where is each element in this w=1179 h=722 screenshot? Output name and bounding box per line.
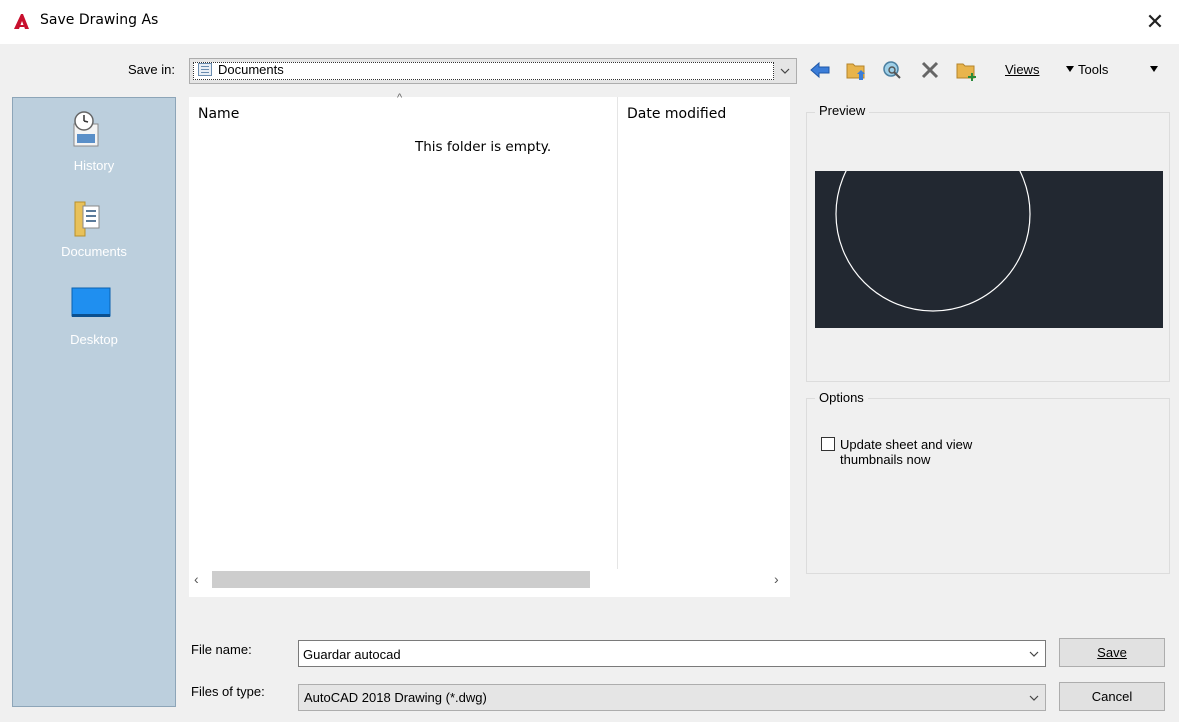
save-in-label: Save in: xyxy=(128,62,175,77)
column-header-date-modified[interactable]: Date modified xyxy=(627,106,726,122)
file-name-combo[interactable] xyxy=(298,640,1046,667)
views-menu[interactable]: Views xyxy=(1005,62,1039,77)
save-in-dropdown[interactable]: Documents xyxy=(189,58,797,84)
autocad-logo-icon xyxy=(14,14,29,29)
preview-image xyxy=(815,171,1163,328)
views-caret-icon[interactable] xyxy=(1066,66,1074,72)
column-divider xyxy=(617,97,618,569)
sort-indicator-icon: ^ xyxy=(397,92,403,104)
tools-menu[interactable]: Tools xyxy=(1078,62,1108,77)
views-label: Views xyxy=(1005,62,1040,77)
places-item-history[interactable]: History xyxy=(13,110,175,190)
history-icon xyxy=(73,111,99,147)
chevron-down-icon xyxy=(1029,695,1039,701)
places-label-documents: Documents xyxy=(61,244,127,259)
cancel-button[interactable]: Cancel xyxy=(1059,682,1165,711)
places-label-desktop: Desktop xyxy=(70,332,118,347)
places-sidebar: History Documents Desktop xyxy=(12,97,176,707)
update-thumbnails-label-line1: Update sheet and view xyxy=(840,437,973,452)
file-name-label: File name: xyxy=(191,642,252,657)
places-item-documents[interactable]: Documents xyxy=(13,196,175,276)
save-in-value: Documents xyxy=(218,62,284,77)
save-button[interactable]: Save xyxy=(1059,638,1165,667)
update-thumbnails-label[interactable]: Update sheet and view thumbnails now xyxy=(840,437,972,467)
scroll-left-icon[interactable]: ‹ xyxy=(194,571,199,587)
tools-label: Tools xyxy=(1078,62,1109,77)
update-thumbnails-label-line2: thumbnails now xyxy=(840,452,931,467)
preview-title: Preview xyxy=(815,103,870,118)
documents-folder-icon xyxy=(74,201,100,237)
chevron-down-icon[interactable] xyxy=(1027,647,1041,661)
new-folder-icon[interactable] xyxy=(954,58,978,82)
save-button-label: Save xyxy=(1097,645,1127,660)
empty-folder-message: This folder is empty. xyxy=(415,139,552,155)
scrollbar-thumb[interactable] xyxy=(212,571,590,588)
preview-drawing xyxy=(835,171,1031,312)
file-name-input[interactable] xyxy=(303,645,1003,663)
options-title: Options xyxy=(815,390,868,405)
chevron-down-icon xyxy=(780,68,790,74)
file-list[interactable] xyxy=(189,97,790,597)
delete-icon[interactable] xyxy=(918,58,942,82)
file-type-value: AutoCAD 2018 Drawing (*.dwg) xyxy=(304,690,487,705)
tools-caret-icon[interactable] xyxy=(1150,66,1158,72)
close-button[interactable]: ✕ xyxy=(1135,6,1175,38)
up-folder-icon[interactable] xyxy=(844,58,868,82)
places-item-desktop[interactable]: Desktop xyxy=(13,284,175,364)
documents-folder-icon xyxy=(198,63,212,76)
title-bar xyxy=(0,0,1179,44)
back-arrow-icon[interactable] xyxy=(808,58,832,82)
places-label-history: History xyxy=(73,158,115,173)
options-group xyxy=(806,398,1170,574)
file-type-label: Files of type: xyxy=(191,684,265,699)
window-title: Save Drawing As xyxy=(40,12,159,28)
desktop-icon xyxy=(71,287,111,317)
update-thumbnails-checkbox[interactable] xyxy=(821,437,835,451)
scroll-right-icon[interactable]: › xyxy=(774,571,779,587)
file-type-dropdown[interactable]: AutoCAD 2018 Drawing (*.dwg) xyxy=(298,684,1046,711)
search-web-icon[interactable] xyxy=(880,58,904,82)
column-header-name[interactable]: Name xyxy=(198,106,239,122)
